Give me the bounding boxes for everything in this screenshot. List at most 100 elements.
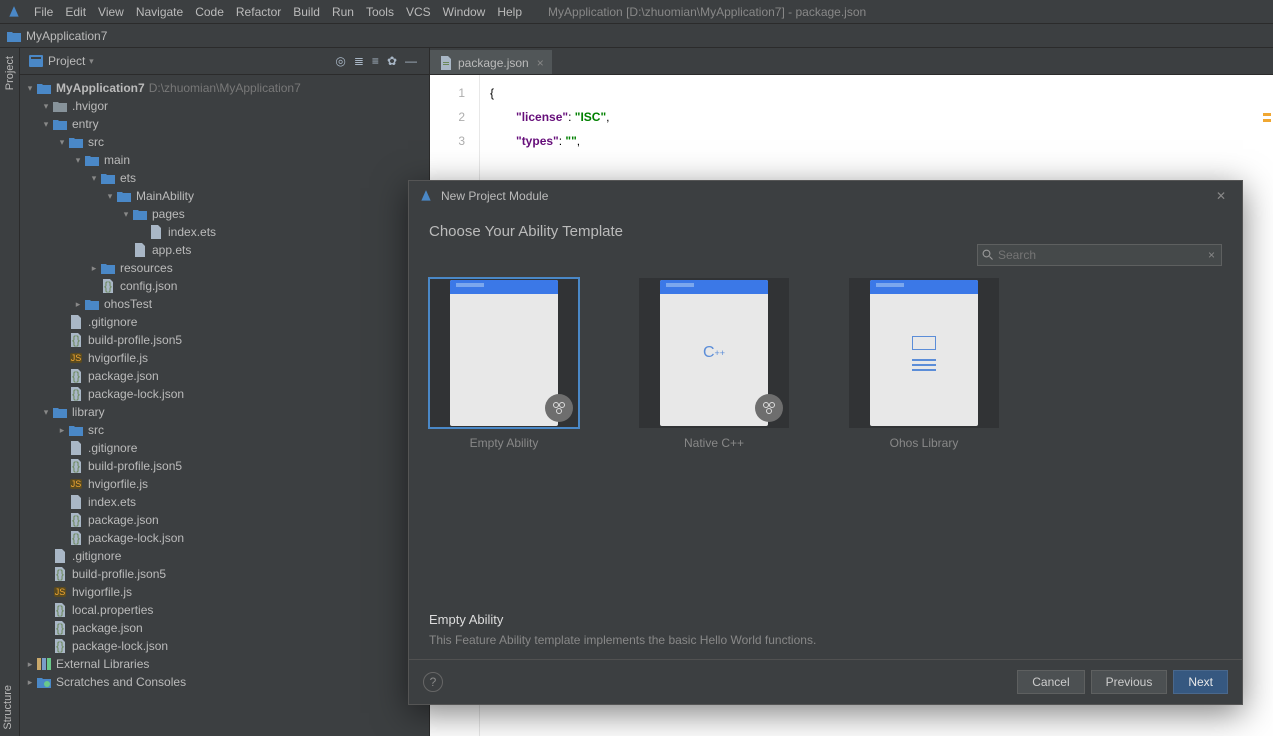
app-logo-icon — [6, 4, 22, 20]
tree-node[interactable]: JShvigorfile.js — [20, 583, 429, 601]
search-box[interactable]: × — [977, 244, 1222, 266]
chevron-down-icon[interactable]: ▾ — [85, 56, 97, 67]
breadcrumb-root: MyApplication7 — [26, 29, 107, 43]
badge-icon — [545, 394, 573, 422]
tree-node[interactable]: {}package-lock.json — [20, 637, 429, 655]
menu-navigate[interactable]: Navigate — [130, 3, 189, 21]
structure-tool-button[interactable]: Structure — [0, 679, 16, 736]
tree-node[interactable]: ▾.hvigor — [20, 97, 429, 115]
hide-icon[interactable]: — — [401, 54, 421, 68]
tree-node[interactable]: ▸resources — [20, 259, 429, 277]
tree-node[interactable]: {}build-profile.json5 — [20, 565, 429, 583]
tree-node[interactable]: {}package-lock.json — [20, 529, 429, 547]
svg-text:{}: {} — [72, 333, 80, 347]
svg-text:{}: {} — [56, 621, 64, 635]
dialog-titlebar: New Project Module ✕ — [409, 181, 1242, 211]
cancel-button[interactable]: Cancel — [1017, 670, 1084, 694]
tree-node[interactable]: JShvigorfile.js — [20, 475, 429, 493]
json-icon: {} — [52, 638, 68, 654]
tree-node[interactable]: JShvigorfile.js — [20, 349, 429, 367]
badge-icon — [755, 394, 783, 422]
tree-node[interactable]: .gitignore — [20, 439, 429, 457]
tree-node[interactable]: app.ets — [20, 241, 429, 259]
tree-node[interactable]: {}local.properties — [20, 601, 429, 619]
expand-all-icon[interactable]: ≣ — [350, 54, 368, 68]
menu-build[interactable]: Build — [287, 3, 326, 21]
project-view-label[interactable]: Project — [48, 54, 85, 68]
tree-node[interactable]: {}package.json — [20, 619, 429, 637]
dialog-title: New Project Module — [441, 189, 548, 203]
menu-window[interactable]: Window — [437, 3, 492, 21]
tree-node[interactable]: {}package-lock.json — [20, 385, 429, 403]
tree-node[interactable]: {}package.json — [20, 367, 429, 385]
menu-view[interactable]: View — [92, 3, 130, 21]
module-icon — [52, 116, 68, 132]
breadcrumb[interactable]: MyApplication7 — [6, 28, 107, 44]
tree-node[interactable]: ▾library — [20, 403, 429, 421]
menu-run[interactable]: Run — [326, 3, 360, 21]
tree-node[interactable]: ▸External Libraries — [20, 655, 429, 673]
tree-node[interactable]: index.ets — [20, 223, 429, 241]
menu-refactor[interactable]: Refactor — [230, 3, 287, 21]
tree-node[interactable]: ▾src — [20, 133, 429, 151]
template-card[interactable]: Ohos Library — [849, 278, 999, 450]
menu-vcs[interactable]: VCS — [400, 3, 437, 21]
file-icon — [132, 242, 148, 258]
menu-edit[interactable]: Edit — [59, 3, 92, 21]
tree-node[interactable]: {}build-profile.json5 — [20, 331, 429, 349]
json-icon: {} — [68, 458, 84, 474]
folderblue-icon — [100, 260, 116, 276]
menu-file[interactable]: File — [28, 3, 59, 21]
project-tree[interactable]: ▾MyApplication7D:\zhuomian\MyApplication… — [20, 75, 429, 736]
tree-node[interactable]: ▸src — [20, 421, 429, 439]
tree-node[interactable]: ▾MainAbility — [20, 187, 429, 205]
editor-tab[interactable]: package.json × — [430, 50, 552, 74]
menu-help[interactable]: Help — [491, 3, 528, 21]
json-icon: {} — [52, 620, 68, 636]
menu-tools[interactable]: Tools — [360, 3, 400, 21]
svg-text:{}: {} — [56, 639, 64, 653]
tree-node[interactable]: .gitignore — [20, 313, 429, 331]
tree-node[interactable]: ▾ets — [20, 169, 429, 187]
tree-node[interactable]: {}build-profile.json5 — [20, 457, 429, 475]
tree-node[interactable]: index.ets — [20, 493, 429, 511]
tree-node[interactable]: ▾main — [20, 151, 429, 169]
editor-tabs: package.json × — [430, 48, 1273, 75]
project-panel-header: Project ▾ ◎ ≣ ≡ ✿ — — [20, 48, 429, 75]
folderblue-icon — [84, 296, 100, 312]
search-input[interactable] — [994, 248, 1206, 262]
scratch-icon — [36, 674, 52, 690]
tree-node[interactable]: ▸ohosTest — [20, 295, 429, 313]
template-card[interactable]: Empty Ability — [429, 278, 579, 450]
project-tool-button[interactable]: Project — [4, 48, 16, 98]
tree-node[interactable]: .gitignore — [20, 547, 429, 565]
template-card[interactable]: C++Native C++ — [639, 278, 789, 450]
folderblue-icon — [100, 170, 116, 186]
json-icon: {} — [68, 368, 84, 384]
folder-icon — [52, 98, 68, 114]
collapse-all-icon[interactable]: ≡ — [368, 54, 383, 68]
tree-node[interactable]: ▸Scratches and Consoles — [20, 673, 429, 691]
bottom-tool-stripe: Structure — [0, 679, 20, 736]
project-panel: Project ▾ ◎ ≣ ≡ ✿ — ▾MyApplication7D:\zh… — [20, 48, 430, 736]
close-icon[interactable]: ✕ — [1210, 187, 1232, 205]
previous-button[interactable]: Previous — [1091, 670, 1168, 694]
tree-node[interactable]: {}package.json — [20, 511, 429, 529]
locate-icon[interactable]: ◎ — [331, 54, 349, 68]
editor-tab-label: package.json — [458, 56, 529, 70]
tree-node[interactable]: ▾entry — [20, 115, 429, 133]
settings-icon[interactable]: ✿ — [383, 54, 401, 68]
tree-node[interactable]: ▾pages — [20, 205, 429, 223]
file-icon — [68, 314, 84, 330]
tree-root[interactable]: ▾MyApplication7D:\zhuomian\MyApplication… — [20, 79, 429, 97]
menu-code[interactable]: Code — [189, 3, 230, 21]
close-icon[interactable]: × — [537, 56, 544, 70]
js-icon: JS — [68, 350, 84, 366]
tree-node[interactable]: {}config.json — [20, 277, 429, 295]
next-button[interactable]: Next — [1173, 670, 1228, 694]
help-icon[interactable]: ? — [423, 672, 443, 692]
template-label: Native C++ — [684, 436, 744, 450]
clear-icon[interactable]: × — [1206, 248, 1217, 262]
js-icon: JS — [68, 476, 84, 492]
left-tool-stripe: Project — [0, 48, 20, 736]
